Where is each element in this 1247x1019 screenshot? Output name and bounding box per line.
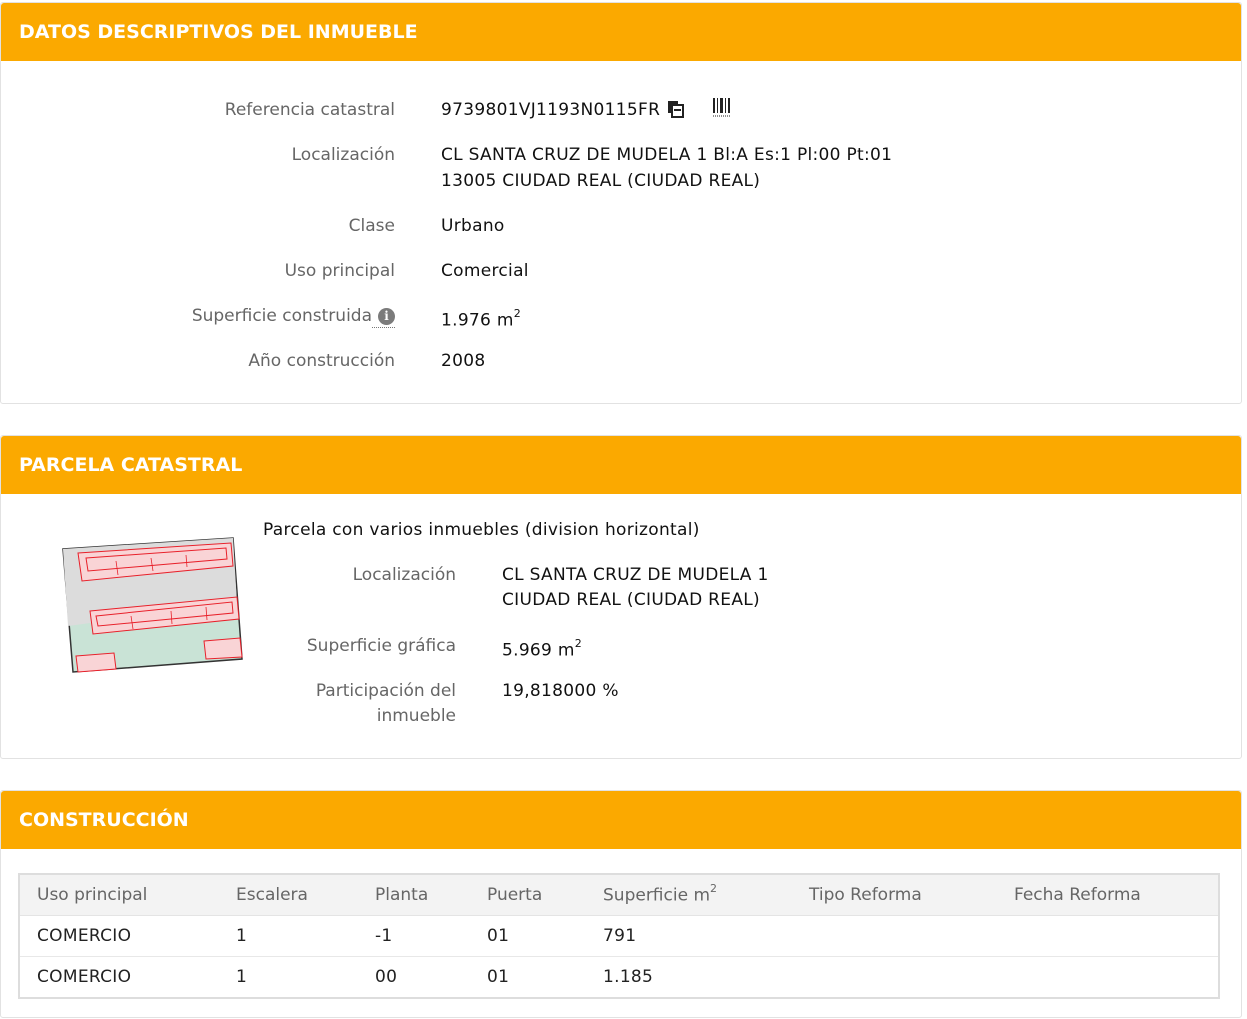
anio-construccion-value: 2008 bbox=[441, 351, 486, 371]
cell-superficie: 1.185 bbox=[586, 956, 792, 999]
superficie-construida-label: Superficie construida bbox=[191, 306, 372, 326]
col-superficie-sup: 2 bbox=[710, 882, 718, 896]
parcela-title: Parcela con varios inmuebles (division h… bbox=[263, 520, 700, 540]
col-escalera: Escalera bbox=[219, 874, 358, 916]
parcel-map-thumbnail[interactable] bbox=[56, 531, 251, 676]
table-row: COMERCIO 1 00 01 1.185 bbox=[19, 956, 1219, 999]
clase-label: Clase bbox=[348, 216, 395, 236]
superficie-construida-value-wrap: 1.976 m2 bbox=[441, 303, 521, 334]
info-icon[interactable]: i bbox=[378, 308, 395, 325]
localizacion-label: Localización bbox=[291, 145, 395, 165]
cell-escalera: 1 bbox=[219, 956, 358, 999]
table-row: COMERCIO 1 -1 01 791 bbox=[19, 915, 1219, 957]
col-puerta: Puerta bbox=[470, 874, 586, 916]
cell-puerta: 01 bbox=[470, 915, 586, 957]
superficie-unit-sup: 2 bbox=[513, 307, 522, 320]
datos-descriptivos-header: DATOS DESCRIPTIVOS DEL INMUEBLE bbox=[1, 3, 1241, 61]
superficie-construida-value: 1.976 m bbox=[441, 310, 514, 331]
info-icon-wrap[interactable]: i bbox=[372, 306, 395, 328]
cell-uso: COMERCIO bbox=[19, 915, 219, 957]
cell-fecha-reforma bbox=[997, 956, 1219, 999]
parcela-catastral-header: PARCELA CATASTRAL bbox=[1, 436, 1241, 494]
cell-planta: 00 bbox=[358, 956, 470, 999]
localizacion-line2: 13005 CIUDAD REAL (CIUDAD REAL) bbox=[441, 171, 761, 191]
col-superficie-wrap: Superficie m2 bbox=[586, 874, 792, 916]
referencia-value-wrap: 9739801VJ1193N0115FR bbox=[441, 97, 732, 127]
parcela-localizacion-line2: CIUDAD REAL (CIUDAD REAL) bbox=[502, 590, 760, 610]
cell-puerta: 01 bbox=[470, 956, 586, 999]
superficie-construida-label-wrap: Superficie construida i bbox=[192, 303, 395, 329]
cell-planta: -1 bbox=[358, 915, 470, 957]
table-header-row: Uso principal Escalera Planta Puerta Sup… bbox=[19, 874, 1219, 916]
cell-fecha-reforma bbox=[997, 915, 1219, 957]
parcela-catastral-panel: PARCELA CATASTRAL Parcela con varios inm… bbox=[0, 435, 1242, 759]
participacion-label-line1: Participación del bbox=[315, 681, 456, 701]
anio-construccion-label: Año construcción bbox=[248, 351, 395, 371]
col-superficie: Superficie m bbox=[603, 885, 711, 906]
col-tipo-reforma: Tipo Reforma bbox=[792, 874, 997, 916]
construccion-panel: CONSTRUCCIÓN Uso principal Escalera Plan… bbox=[0, 790, 1242, 1018]
superficie-grafica-unit-sup: 2 bbox=[574, 637, 583, 650]
cell-tipo-reforma bbox=[792, 956, 997, 999]
parcela-localizacion-label: Localización bbox=[352, 565, 456, 585]
parcela-localizacion-line1: CL SANTA CRUZ DE MUDELA 1 bbox=[502, 565, 769, 585]
cell-superficie: 791 bbox=[586, 915, 792, 957]
participacion-label-line2: inmueble bbox=[376, 706, 456, 726]
cell-uso: COMERCIO bbox=[19, 956, 219, 999]
construccion-table: Uso principal Escalera Planta Puerta Sup… bbox=[18, 873, 1220, 999]
superficie-grafica-value: 5.969 m bbox=[502, 640, 575, 661]
construccion-header: CONSTRUCCIÓN bbox=[1, 791, 1241, 849]
col-fecha-reforma: Fecha Reforma bbox=[997, 874, 1219, 916]
copy-icon[interactable] bbox=[666, 99, 686, 127]
cell-tipo-reforma bbox=[792, 915, 997, 957]
clase-value: Urbano bbox=[441, 216, 505, 236]
barcode-icon[interactable] bbox=[712, 97, 732, 127]
cell-escalera: 1 bbox=[219, 915, 358, 957]
localizacion-line1: CL SANTA CRUZ DE MUDELA 1 Bl:A Es:1 Pl:0… bbox=[441, 145, 893, 165]
col-uso-principal: Uso principal bbox=[19, 874, 219, 916]
referencia-value: 9739801VJ1193N0115FR bbox=[441, 100, 661, 120]
referencia-label: Referencia catastral bbox=[224, 100, 395, 120]
col-planta: Planta bbox=[358, 874, 470, 916]
superficie-grafica-label: Superficie gráfica bbox=[306, 636, 456, 656]
datos-descriptivos-panel: DATOS DESCRIPTIVOS DEL INMUEBLE Referenc… bbox=[0, 2, 1242, 404]
superficie-grafica-value-wrap: 5.969 m2 bbox=[502, 633, 582, 664]
uso-principal-label: Uso principal bbox=[284, 261, 395, 281]
uso-principal-value: Comercial bbox=[441, 261, 529, 281]
participacion-value: 19,818000 % bbox=[502, 681, 619, 701]
